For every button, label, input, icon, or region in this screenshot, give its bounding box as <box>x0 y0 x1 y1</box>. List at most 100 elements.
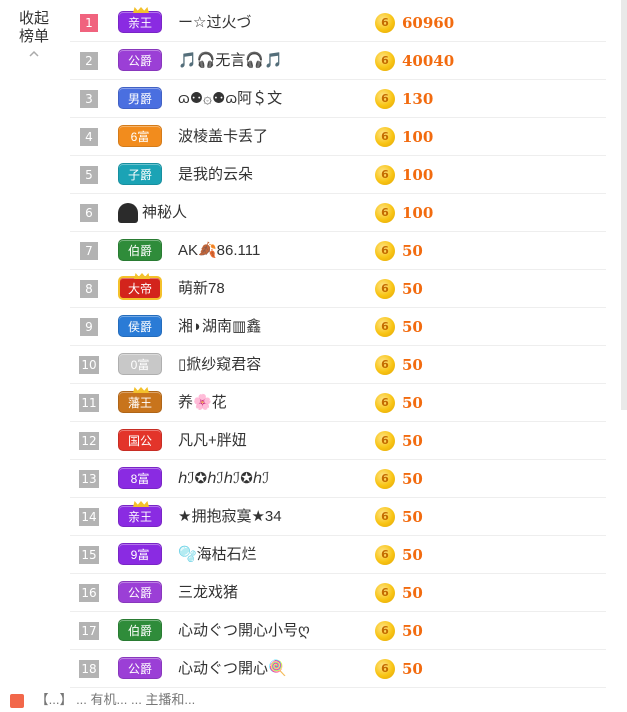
coin-icon: 6 <box>375 583 395 603</box>
rank-number: 8 <box>80 280 98 298</box>
contribution-amount: 50 <box>402 584 423 602</box>
coin-icon: 6 <box>375 51 395 71</box>
rank-number: 9 <box>80 318 98 336</box>
rank-number: 4 <box>80 128 98 146</box>
coin-icon: 6 <box>375 203 395 223</box>
contribution-amount: 50 <box>402 280 423 298</box>
rank-title-badge: 男爵 <box>118 87 162 109</box>
rank-title-badge: 大帝 <box>118 276 162 300</box>
rank-title-badge: 9富 <box>118 543 162 565</box>
rank-row[interactable]: 5 子爵 是我的云朵 6 100 <box>70 156 606 194</box>
rank-title-badge: 亲王 <box>118 11 162 33</box>
user-name[interactable]: 三龙戏猪 <box>178 574 238 612</box>
bottom-message-bar: 【...】 ... 有机... ... 主播和... <box>0 688 627 712</box>
contribution-amount: 50 <box>402 470 423 488</box>
rank-row[interactable]: 7 伯爵 AK🍂86.111 6 50 <box>70 232 606 270</box>
coin-icon: 6 <box>375 13 395 33</box>
user-name[interactable]: 波棱盖卡丢了 <box>178 118 268 156</box>
user-name[interactable]: ー☆过火づ <box>178 4 251 42</box>
rank-row[interactable]: 13 8富 ℎℐ✪ℎℐℎℐ✪ℎℐ 6 50 <box>70 460 606 498</box>
rank-row[interactable]: 2 公爵 🎵🎧无言🎧🎵 6 40040 <box>70 42 606 80</box>
contribution-amount: 50 <box>402 394 423 412</box>
collapse-label: 收起榜单 <box>18 10 49 45</box>
rank-title-badge: 6富 <box>118 125 162 147</box>
user-name[interactable]: 心动ぐつ開心小号ღ <box>178 612 310 650</box>
rank-number: 5 <box>80 166 98 184</box>
rank-row[interactable]: 1 亲王 ー☆过火づ 6 60960 <box>70 4 606 42</box>
rank-row[interactable]: 9 侯爵 湘◗湖南▥鑫 6 50 <box>70 308 606 346</box>
rank-number: 2 <box>80 52 98 70</box>
rank-number: 10 <box>79 356 99 374</box>
coin-icon: 6 <box>375 659 395 679</box>
rank-number: 1 <box>80 14 98 32</box>
coin-icon: 6 <box>375 127 395 147</box>
rank-number: 11 <box>79 394 99 412</box>
rank-number: 12 <box>79 432 99 450</box>
rank-title-badge: 子爵 <box>118 163 162 185</box>
contribution-amount: 40040 <box>402 52 455 70</box>
rank-row[interactable]: 17 伯爵 心动ぐつ開心小号ღ 6 50 <box>70 612 606 650</box>
bottom-message-text: 【...】 ... 有机... ... 主播和... <box>35 692 196 707</box>
contribution-amount: 50 <box>402 318 423 336</box>
user-name[interactable]: 萌新78 <box>178 270 225 308</box>
coin-icon: 6 <box>375 469 395 489</box>
contribution-amount: 50 <box>402 660 423 678</box>
rank-title-badge: 公爵 <box>118 581 162 603</box>
user-name[interactable]: 🫧海枯石烂 <box>178 536 257 574</box>
rank-row[interactable]: 3 男爵 ɷ⚉۞⚉ɷ阿＄文 6 130 <box>70 80 606 118</box>
rank-row[interactable]: 12 国公 凡凡+胖妞 6 50 <box>70 422 606 460</box>
user-name[interactable]: 🎵🎧无言🎧🎵 <box>178 42 283 80</box>
user-name[interactable]: ▯掀纱窥君容 <box>178 346 261 384</box>
rank-title-badge: 0富 <box>118 353 162 375</box>
rank-title-badge: 伯爵 <box>118 239 162 261</box>
rank-row[interactable]: 6 神秘人 6 100 <box>70 194 606 232</box>
coin-icon: 6 <box>375 89 395 109</box>
message-tag-icon <box>10 693 24 708</box>
coin-icon: 6 <box>375 317 395 337</box>
rank-row[interactable]: 4 6富 波棱盖卡丢了 6 100 <box>70 118 606 156</box>
contribution-amount: 130 <box>402 90 434 108</box>
rank-number: 16 <box>79 584 99 602</box>
rank-number: 3 <box>80 90 98 108</box>
user-name[interactable]: AK🍂86.111 <box>178 232 260 270</box>
rank-number: 15 <box>79 546 99 564</box>
user-name[interactable]: 凡凡+胖妞 <box>178 422 247 460</box>
rank-row[interactable]: 10 0富 ▯掀纱窥君容 6 50 <box>70 346 606 384</box>
user-name[interactable]: ɷ⚉۞⚉ɷ阿＄文 <box>178 80 282 118</box>
rank-row[interactable]: 11 藩王 养🌸花 6 50 <box>70 384 606 422</box>
contribution-amount: 50 <box>402 242 423 260</box>
rank-number: 17 <box>79 622 99 640</box>
user-name[interactable]: 湘◗湖南▥鑫 <box>178 308 261 346</box>
coin-icon: 6 <box>375 507 395 527</box>
scrollbar[interactable] <box>621 0 627 410</box>
rank-number: 13 <box>79 470 99 488</box>
user-name[interactable]: 养🌸花 <box>178 384 227 422</box>
contribution-amount: 50 <box>402 432 423 450</box>
rank-number: 6 <box>80 204 98 222</box>
rank-row[interactable]: 15 9富 🫧海枯石烂 6 50 <box>70 536 606 574</box>
user-name[interactable]: 神秘人 <box>142 194 187 232</box>
coin-icon: 6 <box>375 165 395 185</box>
user-name[interactable]: ℎℐ✪ℎℐℎℐ✪ℎℐ <box>178 460 269 498</box>
user-name[interactable]: 心动ぐつ開心🍭 <box>178 650 287 688</box>
user-name[interactable]: ★拥抱寂寞★34 <box>178 498 282 536</box>
collapse-rank-button[interactable]: 收起榜单 <box>14 10 54 59</box>
rank-title-badge: 伯爵 <box>118 619 162 641</box>
rank-row[interactable]: 16 公爵 三龙戏猪 6 50 <box>70 574 606 612</box>
coin-icon: 6 <box>375 393 395 413</box>
rank-row[interactable]: 18 公爵 心动ぐつ開心🍭 6 50 <box>70 650 606 688</box>
rank-row[interactable]: 8 大帝 萌新78 6 50 <box>70 270 606 308</box>
rank-row[interactable]: 14 亲王 ★拥抱寂寞★34 6 50 <box>70 498 606 536</box>
rank-number: 18 <box>79 660 99 678</box>
coin-icon: 6 <box>375 241 395 261</box>
chevron-up-icon <box>29 50 39 57</box>
rank-number: 14 <box>79 508 99 526</box>
contribution-amount: 50 <box>402 508 423 526</box>
rank-list: 1 亲王 ー☆过火づ 6 60960 2 公爵 🎵🎧无言🎧🎵 6 40040 3 男爵 ɷ⚉۞⚉ɷ阿＄文… <box>70 4 606 688</box>
rank-title-badge: 国公 <box>118 429 162 451</box>
coin-icon: 6 <box>375 621 395 641</box>
rank-title-badge: 藩王 <box>118 391 162 413</box>
mystery-user-icon <box>118 203 138 223</box>
user-name[interactable]: 是我的云朵 <box>178 156 253 194</box>
coin-icon: 6 <box>375 431 395 451</box>
